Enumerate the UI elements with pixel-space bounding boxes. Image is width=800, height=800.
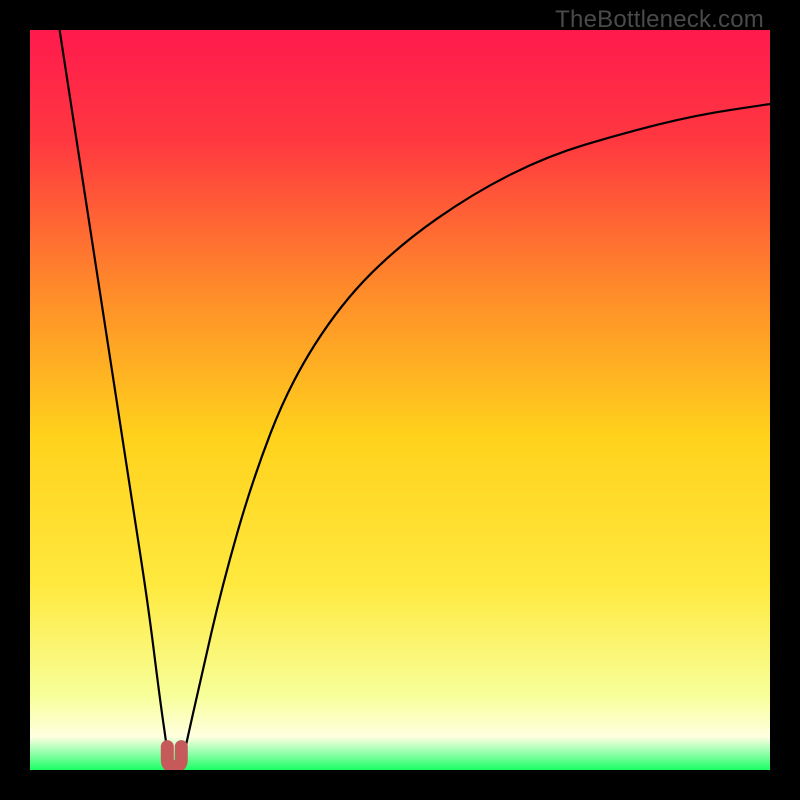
gradient-rect — [30, 30, 770, 770]
watermark-text: TheBottleneck.com — [555, 6, 764, 34]
outer-frame: TheBottleneck.com — [0, 0, 800, 800]
plot-area — [30, 30, 770, 770]
chart-svg — [30, 30, 770, 770]
